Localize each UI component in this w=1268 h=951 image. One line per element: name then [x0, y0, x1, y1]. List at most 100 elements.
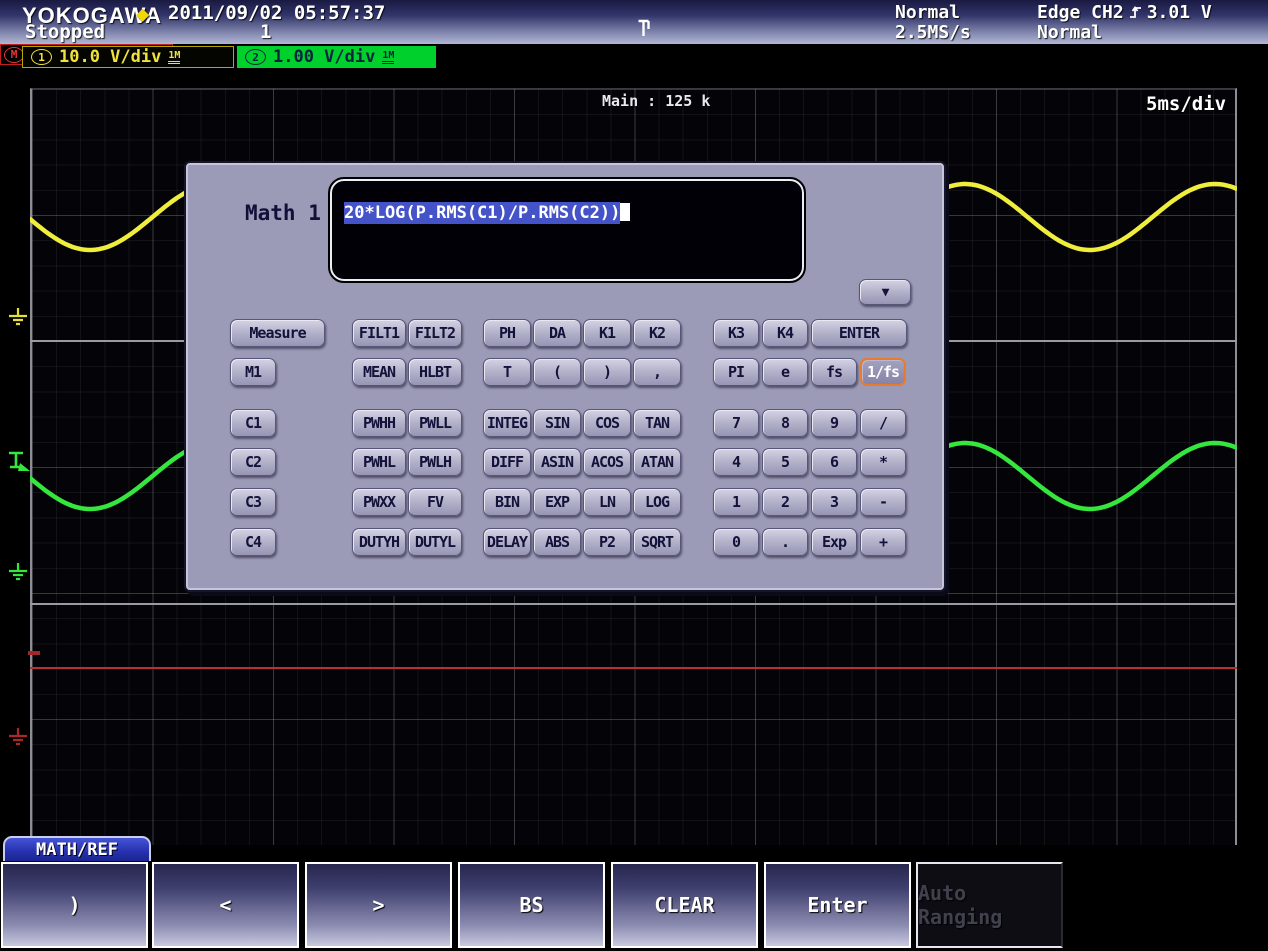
- brand-diamond-icon: ◆: [136, 2, 149, 27]
- key-delay[interactable]: DELAY: [483, 528, 531, 556]
- key-asin[interactable]: ASIN: [533, 448, 581, 476]
- key-k3[interactable]: K3: [713, 319, 759, 347]
- key-exp[interactable]: Exp: [811, 528, 857, 556]
- key-atan[interactable]: ATAN: [633, 448, 681, 476]
- key-cos[interactable]: COS: [583, 409, 631, 437]
- key-dutyl[interactable]: DUTYL: [408, 528, 462, 556]
- softkey--[interactable]: <: [152, 862, 299, 948]
- softkey-clear[interactable]: CLEAR: [611, 862, 758, 948]
- key-7[interactable]: 7: [713, 409, 759, 437]
- softkey-bar: )<>BSCLEAREnterAuto Ranging: [0, 861, 1268, 951]
- key-e[interactable]: e: [762, 358, 808, 386]
- channel2-number-icon: 2: [245, 49, 266, 65]
- key-sqrt[interactable]: SQRT: [633, 528, 681, 556]
- key-1[interactable]: 1: [713, 488, 759, 516]
- key-k1[interactable]: K1: [583, 319, 631, 347]
- channel2-settings[interactable]: 2 1.00 V/div 1M: [237, 46, 436, 68]
- math-ground-icon[interactable]: [8, 728, 28, 750]
- key-8[interactable]: 8: [762, 409, 808, 437]
- key-pwll[interactable]: PWLL: [408, 409, 462, 437]
- rising-edge-icon: [1129, 5, 1142, 20]
- key-[interactable]: +: [860, 528, 906, 556]
- key-fs[interactable]: fs: [811, 358, 857, 386]
- key-abs[interactable]: ABS: [533, 528, 581, 556]
- math-expression-dialog: Math 1 20*LOG(P.RMS(C1)/P.RMS(C2)) ▼ Mea…: [186, 163, 944, 590]
- channel1-impedance-icon: 1M: [168, 51, 180, 64]
- key-c1[interactable]: C1: [230, 409, 276, 437]
- top-status-bar: YOKOGAWA ◆ Stopped 2011/09/02 05:57:37 1…: [0, 0, 1268, 44]
- key-c2[interactable]: C2: [230, 448, 276, 476]
- key-k2[interactable]: K2: [633, 319, 681, 347]
- dialog-title: Math 1: [245, 201, 321, 225]
- trigger-summary: Edge CH2 3.01 V: [1037, 2, 1212, 23]
- key-3[interactable]: 3: [811, 488, 857, 516]
- math-level-tick: [28, 651, 40, 655]
- key-5[interactable]: 5: [762, 448, 808, 476]
- key-da[interactable]: DA: [533, 319, 581, 347]
- key-pwlh[interactable]: PWLH: [408, 448, 462, 476]
- key-bin[interactable]: BIN: [483, 488, 531, 516]
- key-pwxx[interactable]: PWXX: [352, 488, 406, 516]
- trigger-level: 3.01 V: [1147, 2, 1212, 23]
- channel1-settings[interactable]: 1 10.0 V/div 1M: [22, 46, 234, 68]
- scroll-down-button[interactable]: ▼: [859, 279, 911, 305]
- key-[interactable]: (: [533, 358, 581, 386]
- key-pi[interactable]: PI: [713, 358, 759, 386]
- ch1-ground-icon[interactable]: [8, 308, 28, 330]
- key-filt2[interactable]: FILT2: [408, 319, 462, 347]
- acquisition-mode: Normal: [895, 2, 960, 23]
- key-4[interactable]: 4: [713, 448, 759, 476]
- expression-field[interactable]: 20*LOG(P.RMS(C1)/P.RMS(C2)): [330, 179, 804, 281]
- key-m1[interactable]: M1: [230, 358, 276, 386]
- expression-text: 20*LOG(P.RMS(C1)/P.RMS(C2)): [344, 203, 630, 223]
- softkey-enter[interactable]: Enter: [764, 862, 911, 948]
- key-ph[interactable]: PH: [483, 319, 531, 347]
- key-exp[interactable]: EXP: [533, 488, 581, 516]
- key-c3[interactable]: C3: [230, 488, 276, 516]
- trigger-mode: Normal: [1037, 22, 1102, 43]
- key-sin[interactable]: SIN: [533, 409, 581, 437]
- key-[interactable]: .: [762, 528, 808, 556]
- key-tan[interactable]: TAN: [633, 409, 681, 437]
- softkey--[interactable]: >: [305, 862, 452, 948]
- key-log[interactable]: LOG: [633, 488, 681, 516]
- key-[interactable]: ,: [633, 358, 681, 386]
- key-filt1[interactable]: FILT1: [352, 319, 406, 347]
- key-1fs[interactable]: 1/fs: [860, 358, 906, 386]
- key-t[interactable]: T: [483, 358, 531, 386]
- key-9[interactable]: 9: [811, 409, 857, 437]
- softkey--[interactable]: ): [1, 862, 148, 948]
- key-pwhl[interactable]: PWHL: [352, 448, 406, 476]
- ch2-ground-icon[interactable]: [8, 563, 28, 585]
- key-mean[interactable]: MEAN: [352, 358, 406, 386]
- trigger-position-icon[interactable]: [637, 19, 653, 42]
- acquisition-status: Stopped: [25, 21, 105, 43]
- key-2[interactable]: 2: [762, 488, 808, 516]
- key-dutyh[interactable]: DUTYH: [352, 528, 406, 556]
- key-[interactable]: *: [860, 448, 906, 476]
- key-diff[interactable]: DIFF: [483, 448, 531, 476]
- key-enter[interactable]: ENTER: [811, 319, 907, 347]
- softkey-bs[interactable]: BS: [458, 862, 605, 948]
- key-0[interactable]: 0: [713, 528, 759, 556]
- menu-tab-math-ref[interactable]: MATH/REF: [3, 836, 151, 861]
- key-fv[interactable]: FV: [408, 488, 462, 516]
- oscilloscope-screen: YOKOGAWA ◆ Stopped 2011/09/02 05:57:37 1…: [0, 0, 1268, 951]
- key-measure[interactable]: Measure: [230, 319, 325, 347]
- key-[interactable]: -: [860, 488, 906, 516]
- key-integ[interactable]: INTEG: [483, 409, 531, 437]
- key-6[interactable]: 6: [811, 448, 857, 476]
- key-c4[interactable]: C4: [230, 528, 276, 556]
- timebase-label: 5ms/div: [1146, 93, 1226, 115]
- key-ln[interactable]: LN: [583, 488, 631, 516]
- key-acos[interactable]: ACOS: [583, 448, 631, 476]
- trigger-level-icon[interactable]: [7, 450, 33, 480]
- key-hlbt[interactable]: HLBT: [408, 358, 462, 386]
- key-[interactable]: /: [860, 409, 906, 437]
- key-p2[interactable]: P2: [583, 528, 631, 556]
- expression-selected-text: 20*LOG(P.RMS(C1)/P.RMS(C2)): [344, 202, 620, 224]
- channel1-number-icon: 1: [31, 49, 52, 65]
- key-pwhh[interactable]: PWHH: [352, 409, 406, 437]
- key-[interactable]: ): [583, 358, 631, 386]
- key-k4[interactable]: K4: [762, 319, 808, 347]
